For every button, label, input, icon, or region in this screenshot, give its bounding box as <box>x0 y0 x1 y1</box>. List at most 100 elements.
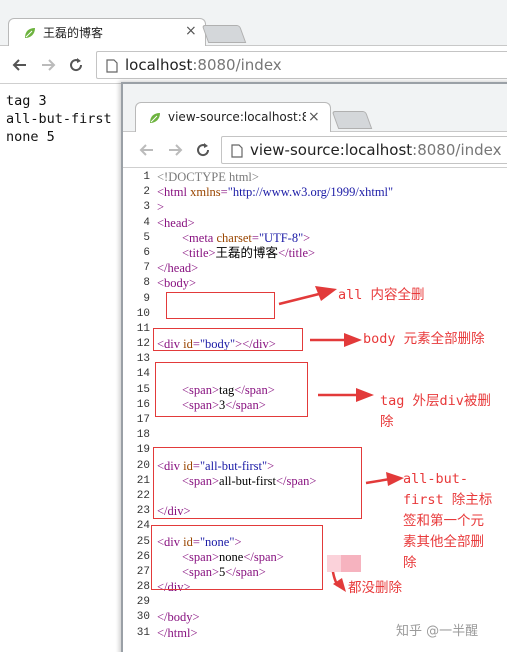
outer-tab-strip: 王磊的博客 × <box>0 0 507 46</box>
line-number: 24 <box>136 520 150 533</box>
inner-tab-active[interactable]: view-source:localhost:8 × <box>135 102 331 132</box>
line-number: 28 <box>136 581 150 594</box>
inner-tab-title: view-source:localhost:8 <box>168 110 306 124</box>
line-number: 21 <box>136 474 150 487</box>
address-port-path: :8080/index <box>412 141 502 159</box>
spring-leaf-icon <box>25 28 35 38</box>
line-number: 30 <box>136 611 150 624</box>
annotation-arrow <box>365 472 404 486</box>
address-port-path: :8080/index <box>192 56 282 74</box>
line-number: 2 <box>143 186 150 199</box>
annotation-line: 除 <box>380 414 394 430</box>
rendered-page-content: tag 3 all-but-first none 5 <box>6 92 112 146</box>
line-number: 10 <box>136 307 150 320</box>
inner-tab-strip: view-source:localhost:8 × <box>123 84 507 132</box>
line-number: 29 <box>136 596 150 609</box>
source-line: </head> <box>157 261 393 276</box>
address-text: view-source:localhost:8080/index <box>250 141 501 159</box>
title-close-tag: </title> <box>278 245 316 260</box>
annotation-arrow <box>310 333 362 347</box>
outer-tab-title: 王磊的博客 <box>43 26 104 40</box>
source-line: <title>王磊的博客</title> <box>157 246 393 261</box>
page-icon <box>106 59 118 73</box>
tag-close-bracket: > <box>157 200 165 215</box>
reload-icon[interactable] <box>193 140 213 160</box>
doctype: <!DOCTYPE html> <box>157 170 259 184</box>
attr-value: "http://www.w3.org/1999/xhtml" <box>227 185 394 200</box>
meta-open-tag: <meta <box>182 230 214 245</box>
line-number: 17 <box>136 414 150 426</box>
close-tab-icon[interactable]: × <box>185 23 197 39</box>
outer-tab-active[interactable]: 王磊的博客 × <box>8 18 206 46</box>
rendered-line-none: none 5 <box>6 129 55 145</box>
annotation-text-tag: tag 外层div被删 除 <box>380 391 491 433</box>
head-open-tag: <head> <box>157 215 195 230</box>
source-line: <meta charset="UTF-8"> <box>182 230 311 245</box>
close-tab-icon[interactable]: × <box>308 109 320 125</box>
title-text: 王磊的博客 <box>215 245 279 260</box>
back-arrow-icon[interactable] <box>137 140 157 160</box>
annotation-line: all-but- <box>403 471 469 487</box>
spring-leaf-icon <box>150 113 160 123</box>
annotation-box-all-but-first <box>153 447 362 519</box>
page-icon <box>231 144 243 158</box>
source-line: <html xmlns="http://www.w3.org/1999/xhtm… <box>157 185 394 200</box>
annotation-line: 除 <box>403 555 417 571</box>
annotation-line: 签和第一个元 <box>403 513 484 529</box>
html-open-tag: <html <box>157 185 187 200</box>
line-number: 9 <box>143 292 150 305</box>
annotation-text-all: all 内容全删 <box>338 287 425 303</box>
annotation-box-none <box>151 525 323 590</box>
rendered-line-tag: tag 3 <box>6 93 47 109</box>
line-number: 7 <box>143 262 150 275</box>
inner-toolbar: view-source:localhost:8080/index <box>123 132 507 168</box>
reload-icon[interactable] <box>66 55 86 75</box>
line-number: 26 <box>136 550 150 563</box>
line-number: 16 <box>136 398 150 411</box>
address-host: localhost <box>125 56 193 74</box>
address-host: view-source:localhost <box>250 141 413 159</box>
line-number: 27 <box>136 565 150 578</box>
source-line: > <box>157 200 393 215</box>
line-number: 6 <box>143 246 150 259</box>
new-tab-button[interactable] <box>201 25 247 43</box>
annotation-line: first 除主标 <box>403 492 493 508</box>
address-text: localhost:8080/index <box>125 56 282 74</box>
annotation-text-none: 都没删除 <box>348 580 402 596</box>
line-number: 18 <box>136 429 150 442</box>
line-number: 4 <box>143 216 150 229</box>
head-close-tag: </head> <box>157 261 199 276</box>
annotation-text-all-but-first: all-but- first 除主标 签和第一个元 素其他全部删 除 <box>403 469 492 574</box>
watermark: 知乎 @一半醒 <box>396 624 479 639</box>
line-number: 8 <box>143 277 150 290</box>
line-number: 3 <box>143 201 150 214</box>
source-line: <head> <box>157 216 393 231</box>
annotation-text-body: body 元素全部删除 <box>363 331 485 347</box>
annotation-line: tag 外层div被删 <box>380 393 491 409</box>
line-number-gutter: 1 2 3 4 5 6 7 8 9 10 11 12 13 14 15 16 1… <box>123 170 153 641</box>
title-open-tag: <title> <box>182 245 216 260</box>
forward-arrow-icon[interactable] <box>165 140 185 160</box>
source-line: <!DOCTYPE html> <box>157 170 393 185</box>
forward-arrow-icon[interactable] <box>38 55 58 75</box>
redacted-mark <box>327 555 341 572</box>
line-number: 25 <box>136 535 150 548</box>
line-number: 5 <box>143 231 150 244</box>
line-number: 1 <box>143 171 150 183</box>
annotation-arrow <box>278 286 337 306</box>
line-number: 22 <box>136 489 150 502</box>
address-bar[interactable]: view-source:localhost:8080/index <box>221 136 507 164</box>
attr-name: xmlns <box>186 185 221 200</box>
new-tab-button[interactable] <box>331 111 373 129</box>
back-arrow-icon[interactable] <box>10 55 30 75</box>
annotation-box-all <box>166 292 275 319</box>
body-open-tag: <body> <box>157 276 197 291</box>
line-number: 23 <box>136 505 150 518</box>
attr-name: charset <box>213 230 252 245</box>
line-number: 14 <box>136 368 150 381</box>
line-number: 13 <box>136 353 150 366</box>
html-close-tag: </html> <box>157 625 198 640</box>
address-bar[interactable]: localhost:8080/index <box>96 51 507 79</box>
source-line <box>157 428 393 443</box>
line-number: 11 <box>136 322 150 335</box>
